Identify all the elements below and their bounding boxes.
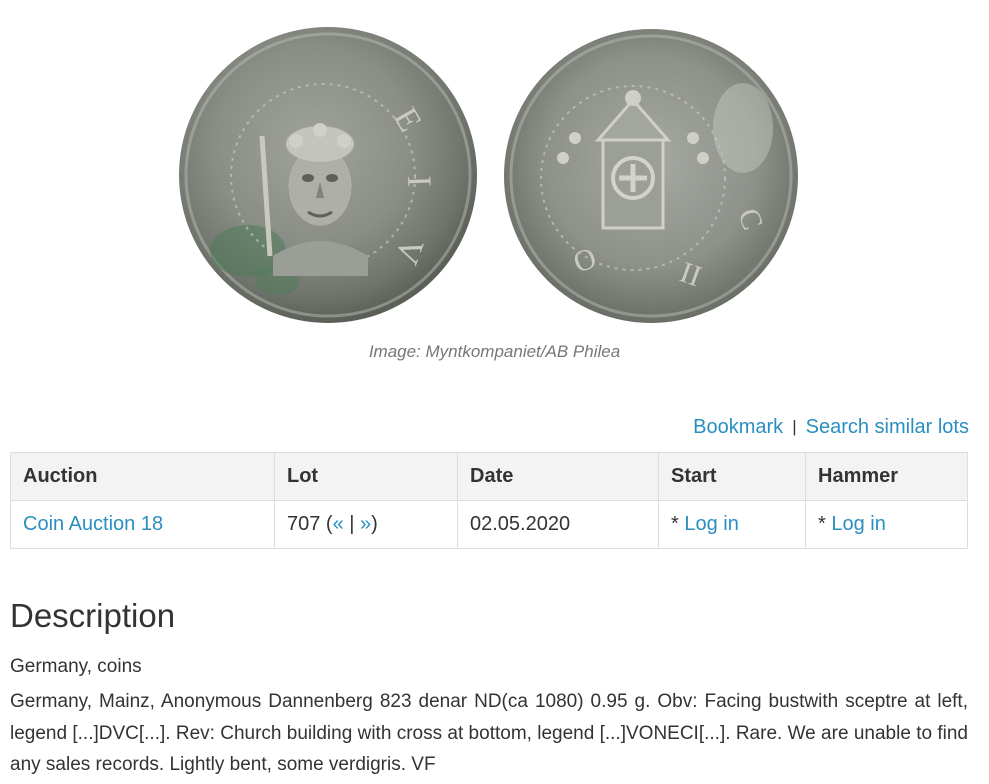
lot-image[interactable]: E I V O II C [0, 0, 989, 330]
hammer-asterisk: * [818, 513, 832, 535]
previous-lot-link[interactable]: « [333, 513, 344, 535]
description-title: Description [10, 597, 176, 634]
cell-lot: 707 (« | ») [274, 500, 458, 549]
actions-separator: | [792, 417, 797, 436]
header-auction: Auction [10, 452, 275, 501]
search-similar-link[interactable]: Search similar lots [806, 416, 969, 438]
table-header-row: Auction Lot Date Start Hammer [10, 452, 968, 501]
bookmark-link[interactable]: Bookmark [693, 416, 783, 438]
cell-hammer: * Log in [805, 500, 968, 549]
description-text: Germany, Mainz, Anonymous Dannenberg 823… [10, 691, 968, 775]
description-category: Germany, coins [10, 656, 142, 677]
lot-table: Auction Lot Date Start Hammer Coin Aucti… [10, 452, 968, 549]
coin-reverse-image[interactable]: O II C [503, 28, 799, 324]
auction-link[interactable]: Coin Auction 18 [23, 513, 163, 535]
hammer-login-link[interactable]: Log in [831, 513, 886, 535]
image-caption: Image: Myntkompaniet/AB Philea [368, 342, 621, 361]
lot-nav-separator: | [343, 513, 361, 535]
header-date: Date [457, 452, 659, 501]
svg-text:I: I [400, 175, 437, 188]
coin-obverse-image[interactable]: E I V [178, 26, 478, 324]
lot-number: 707 [287, 513, 321, 535]
lot-paren-close: ) [371, 513, 378, 535]
cell-auction: Coin Auction 18 [10, 500, 275, 549]
header-start: Start [658, 452, 806, 501]
start-asterisk: * [671, 513, 685, 535]
table-row: Coin Auction 18 707 (« | ») 02.05.2020 *… [10, 500, 968, 549]
header-lot: Lot [274, 452, 458, 501]
cell-start: * Log in [658, 500, 806, 549]
next-lot-link[interactable]: » [360, 513, 371, 535]
header-hammer: Hammer [805, 452, 968, 501]
cell-date: 02.05.2020 [457, 500, 659, 549]
lot-actions: Bookmark | Search similar lots [693, 416, 969, 439]
start-login-link[interactable]: Log in [684, 513, 739, 535]
lot-paren-open: ( [320, 513, 333, 535]
